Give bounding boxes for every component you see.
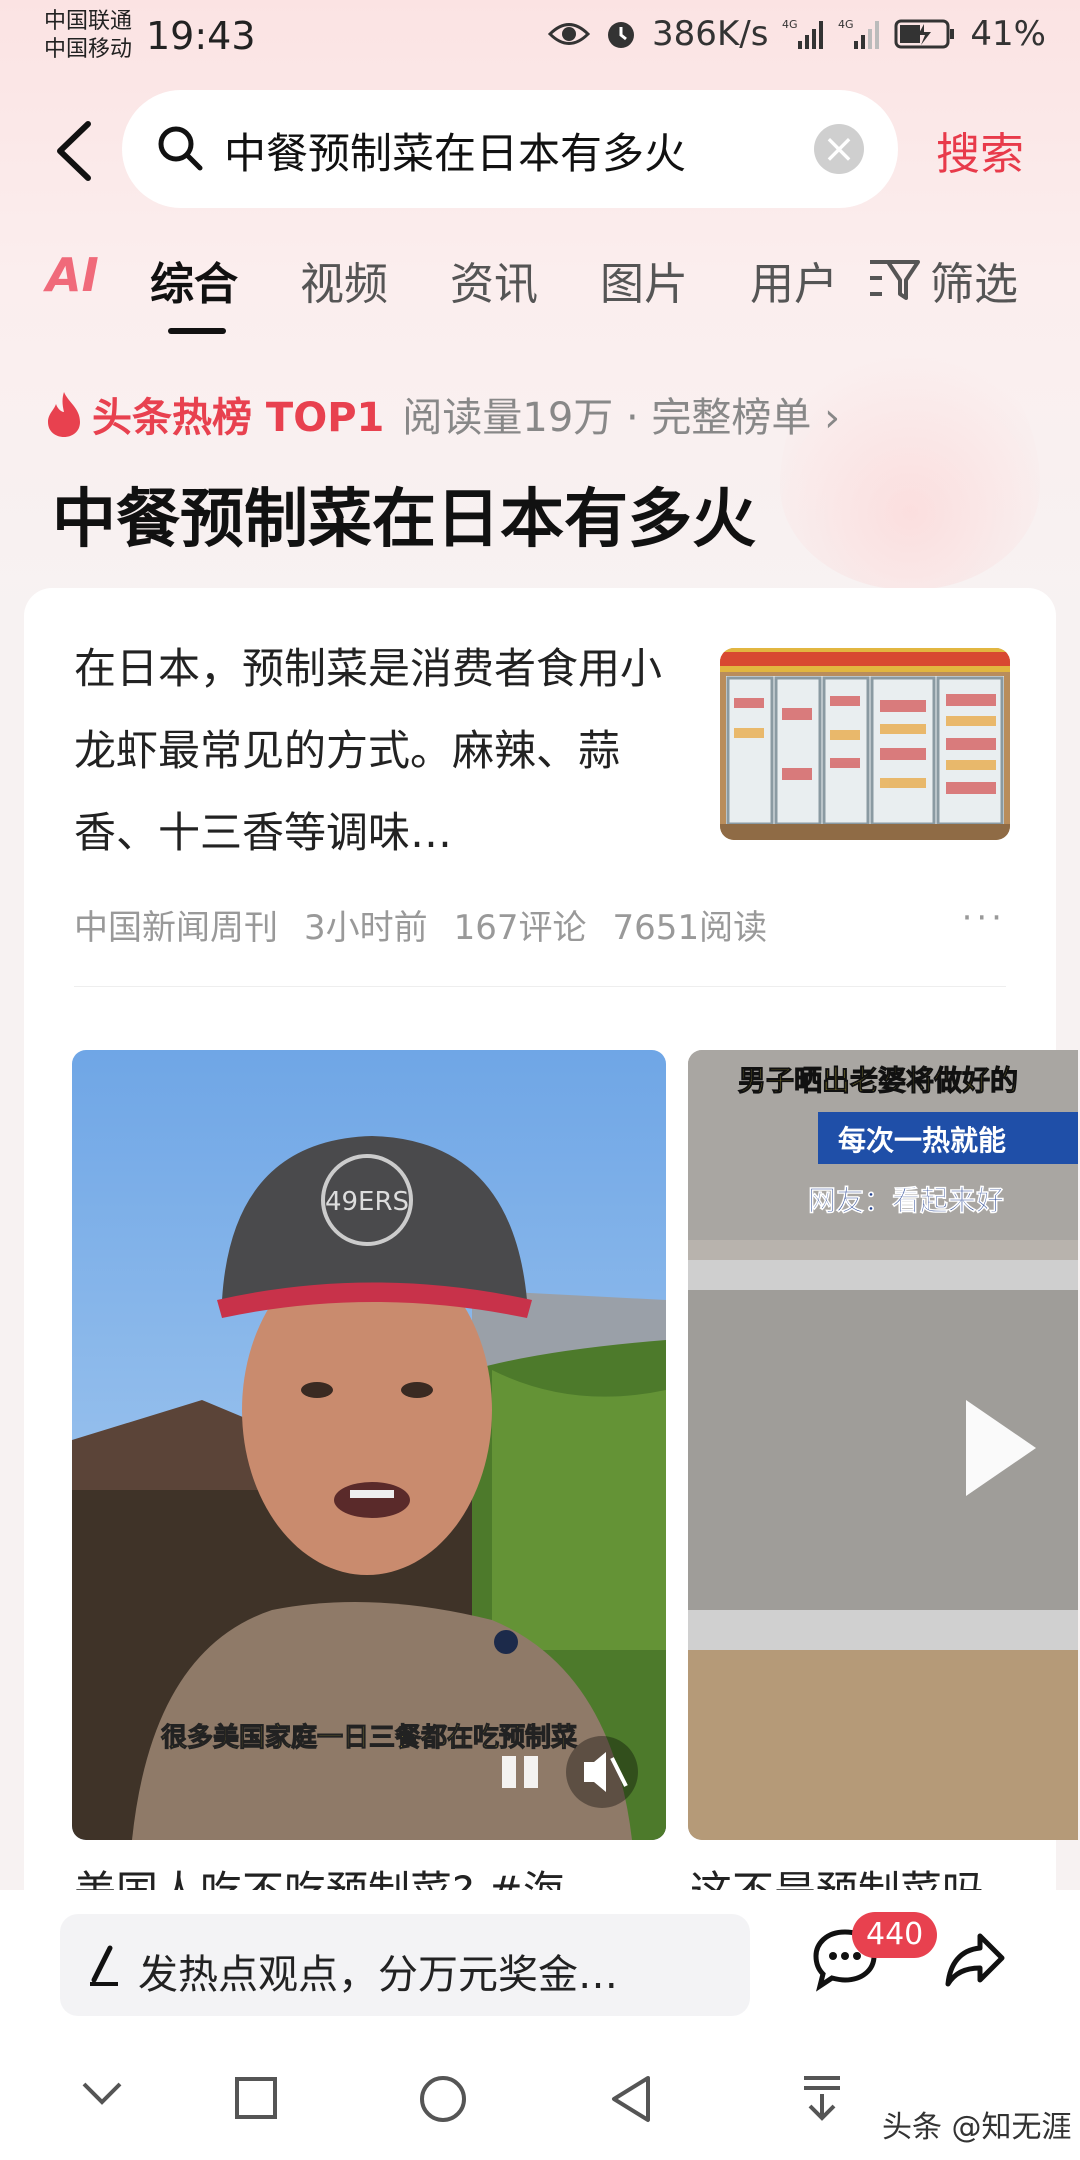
result-card: 在日本，预制菜是消费者食用小龙虾最常见的方式。麻辣、蒜香、十三香等调味… 中国新… (24, 588, 1078, 2008)
video-2-frame: 男子晒出老婆将做好的 每次一热就能 网友：看起来好 (688, 1050, 1078, 1840)
alarm-icon (608, 22, 635, 48)
carriers: 中国联通 中国移动 (44, 8, 132, 64)
freezer-image (720, 648, 1010, 840)
watermark: 头条 @知无涯 (882, 2110, 1072, 2145)
share-icon[interactable] (944, 1930, 1006, 1988)
video-1-frame: 49ERS 很多美国家庭一日三餐都在吃预制菜 (72, 1050, 666, 1840)
article-comments: 167评论 (453, 908, 587, 948)
svg-text:49ERS: 49ERS (325, 1187, 409, 1217)
recents-square-icon[interactable] (234, 2076, 278, 2120)
battery-level: 41% (970, 14, 1046, 54)
svg-text:4G: 4G (838, 18, 854, 31)
comment-input[interactable]: 发热点观点，分万元奖金… (60, 1914, 750, 2016)
svg-text:网友：看起来好: 网友：看起来好 (808, 1184, 1004, 1217)
hot-list-link[interactable]: 头条热榜 TOP1 阅读量19万 · 完整榜单 › (44, 384, 840, 444)
eye-icon (548, 23, 591, 45)
notification-pulldown-icon[interactable] (800, 2074, 844, 2124)
article-thumbnail[interactable] (720, 648, 1010, 840)
search-input[interactable]: 中餐预制菜在日本有多火 × (122, 90, 898, 208)
comment-count-badge: 440 (852, 1912, 938, 1958)
svg-text:4G: 4G (782, 18, 798, 31)
carrier-1: 中国联通 (44, 9, 133, 34)
filter-icon (870, 260, 920, 300)
tab-users[interactable]: 用户 (750, 248, 838, 312)
tab-video[interactable]: 视频 (300, 248, 388, 312)
flame-icon (48, 392, 80, 437)
tab-news[interactable]: 资讯 (450, 248, 538, 312)
topic-title: 中餐预制菜在日本有多火 (52, 483, 756, 557)
hot-label: 头条热榜 TOP1 (92, 395, 385, 441)
article-time: 3小时前 (304, 908, 428, 948)
search-query: 中餐预制菜在日本有多火 (224, 129, 687, 178)
back-triangle-icon[interactable] (608, 2074, 654, 2124)
carrier-2: 中国移动 (44, 37, 133, 62)
home-circle-icon[interactable] (418, 2074, 468, 2124)
status-icons: 386K/s 4G 4G 41% (548, 14, 1046, 54)
article-meta: 中国新闻周刊 3小时前 167评论 7651阅读 (74, 900, 767, 949)
tab-bar: AI 综合 视频 资讯 图片 用户 筛选 (0, 248, 1080, 338)
status-bar: 中国联通 中国移动 19:43 386K/s 4G 4G 41% (0, 0, 1080, 76)
tab-comprehensive[interactable]: 综合 (150, 248, 238, 312)
video-card-1[interactable]: 49ERS 很多美国家庭一日三餐都在吃预制菜 (72, 1050, 666, 1840)
signal-icon-1: 4G (782, 18, 824, 49)
search-icon (158, 126, 203, 171)
tab-ai[interactable]: AI (46, 248, 99, 302)
filter-button[interactable]: 筛选 (868, 248, 1018, 312)
clear-icon[interactable]: × (814, 124, 864, 174)
chevron-down-icon[interactable] (80, 2078, 124, 2108)
search-button[interactable]: 搜索 (936, 118, 1024, 182)
comment-placeholder: 发热点观点，分万元奖金… (138, 1952, 618, 1998)
pen-icon (90, 1945, 118, 1986)
article-snippet[interactable]: 在日本，预制菜是消费者食用小龙虾最常见的方式。麻辣、蒜香、十三香等调味… (74, 628, 664, 874)
svg-text:很多美国家庭一日三餐都在吃预制菜: 很多美国家庭一日三餐都在吃预制菜 (161, 1722, 577, 1753)
battery-icon (894, 19, 955, 49)
net-speed: 386K/s (652, 14, 769, 54)
active-tab-indicator (168, 328, 226, 334)
search-row: 中餐预制菜在日本有多火 × 搜索 (0, 90, 1080, 212)
svg-text:每次一热就能: 每次一热就能 (838, 1124, 1006, 1157)
signal-icon-2: 4G (838, 18, 880, 49)
filter-label: 筛选 (930, 259, 1018, 310)
status-time: 19:43 (146, 14, 256, 58)
article-reads: 7651阅读 (612, 908, 768, 948)
hot-meta: 阅读量19万 · 完整榜单 › (402, 395, 841, 441)
comment-bar: 发热点观点，分万元奖金… 440 (0, 1890, 1080, 2040)
svg-text:男子晒出老婆将做好的: 男子晒出老婆将做好的 (738, 1064, 1018, 1097)
video-card-2[interactable]: 男子晒出老婆将做好的 每次一热就能 网友：看起来好 (688, 1050, 1078, 1840)
more-options-icon[interactable]: ··· (962, 898, 1006, 938)
back-arrow-icon[interactable] (50, 118, 100, 184)
article-source: 中国新闻周刊 (74, 908, 278, 948)
divider (74, 986, 1006, 987)
tab-images[interactable]: 图片 (600, 248, 688, 312)
